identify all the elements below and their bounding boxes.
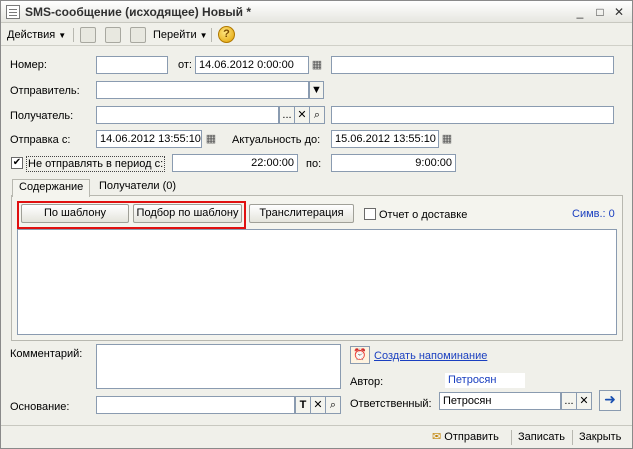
comment-label: Комментарий: [10, 348, 83, 360]
search-icon[interactable]: ⌕ [325, 396, 341, 414]
message-text-area[interactable] [17, 229, 617, 335]
responsible-select-button[interactable]: ... [561, 392, 577, 410]
window-title: SMS-сообщение (исходящее) Новый * [25, 5, 252, 19]
comment-field[interactable] [96, 344, 341, 389]
goto-menu[interactable]: Перейти ▼ [153, 27, 208, 43]
recipient-extra-field[interactable] [331, 106, 614, 124]
actions-menu[interactable]: Действия ▼ [7, 27, 66, 43]
send-button-label: Отправить [444, 431, 499, 443]
save-button[interactable]: Записать [518, 430, 565, 444]
basis-field[interactable] [96, 396, 295, 414]
bottom-bar: ✉ Отправить Записать Закрыть [1, 425, 632, 448]
calendar-icon[interactable]: ▦ [309, 56, 325, 74]
search-icon[interactable]: ⌕ [309, 106, 325, 124]
create-based-on-icon[interactable] [130, 27, 146, 43]
author-label: Автор: [350, 376, 384, 388]
post-document-icon[interactable] [80, 27, 96, 43]
number-field[interactable] [96, 56, 168, 74]
close-button[interactable]: Закрыть [579, 430, 621, 444]
send-button[interactable]: ✉ Отправить [432, 430, 499, 444]
author-value: Петросян [445, 373, 525, 388]
sender-dropdown-chevron-icon[interactable]: ▼ [309, 81, 324, 99]
transfer-arrow-icon[interactable]: ➜ [599, 390, 621, 411]
calendar-icon[interactable]: ▦ [439, 130, 455, 148]
send-from-field[interactable]: 14.06.2012 13:55:10 [96, 130, 202, 148]
delivery-report-label: Отчет о доставке [379, 209, 468, 221]
minimize-button[interactable]: _ [572, 4, 588, 20]
alarm-clock-icon[interactable]: ⏰ [350, 346, 370, 364]
tab-content[interactable]: Содержание [12, 179, 91, 197]
toolbar: Действия ▼ Перейти ▼ ? [1, 24, 632, 46]
maximize-button[interactable]: □ [592, 4, 608, 20]
type-icon[interactable]: T [295, 396, 311, 414]
help-icon[interactable]: ? [218, 26, 235, 43]
clear-icon[interactable]: ✕ [310, 396, 326, 414]
no-send-label: Не отправлять в период с: [26, 156, 166, 172]
title-bar: SMS-сообщение (исходящее) Новый * _ □ ✕ [1, 1, 632, 23]
toolbar-separator [211, 28, 212, 42]
close-window-button[interactable]: ✕ [611, 4, 627, 20]
sender-field[interactable] [96, 81, 309, 99]
chevron-down-icon: ▼ [199, 31, 208, 40]
number-extra-field[interactable] [331, 56, 614, 74]
clear-icon[interactable]: ✕ [576, 392, 592, 410]
delivery-report-checkbox[interactable] [364, 208, 376, 220]
bottom-separator [572, 430, 573, 445]
chevron-down-icon: ▼ [58, 31, 67, 40]
symbols-counter: Симв.: 0 [572, 208, 615, 220]
period-from-field[interactable]: 22:00:00 [172, 154, 298, 172]
actual-until-field[interactable]: 15.06.2012 13:55:10 [331, 130, 439, 148]
calendar-icon[interactable]: ▦ [203, 130, 219, 148]
create-reminder-link[interactable]: Создать напоминание [374, 349, 487, 363]
document-icon [6, 5, 20, 19]
send-envelope-icon: ✉ [432, 431, 442, 443]
period-to-field[interactable]: 9:00:00 [331, 154, 456, 172]
no-send-checkbox[interactable]: ✔ [11, 157, 23, 169]
recipient-field[interactable] [96, 106, 279, 124]
goto-menu-label: Перейти [153, 29, 197, 41]
send-from-label: Отправка с: [10, 134, 71, 146]
toolbar-separator [73, 28, 74, 42]
period-to-label: по: [306, 158, 322, 170]
bottom-separator [511, 430, 512, 445]
from-label: от: [178, 59, 192, 71]
date-field[interactable]: 14.06.2012 0:00:00 [195, 56, 309, 74]
sender-label: Отправитель: [10, 85, 80, 97]
responsible-label: Ответственный: [350, 398, 432, 410]
basis-label: Основание: [10, 401, 70, 413]
tab-recipients[interactable]: Получатели (0) [93, 179, 182, 196]
actual-until-label: Актуальность до: [232, 134, 321, 146]
transliteration-button[interactable]: Транслитерация [249, 204, 354, 223]
structure-icon[interactable] [105, 27, 121, 43]
highlight-box [17, 201, 246, 229]
number-label: Номер: [10, 59, 47, 71]
sms-message-window: SMS-сообщение (исходящее) Новый * _ □ ✕ … [0, 0, 633, 449]
clear-icon[interactable]: ✕ [294, 106, 310, 124]
recipient-label: Получатель: [10, 110, 74, 122]
actions-menu-label: Действия [7, 29, 56, 41]
responsible-field[interactable]: Петросян [439, 392, 561, 410]
recipient-select-button[interactable]: ... [279, 106, 295, 124]
